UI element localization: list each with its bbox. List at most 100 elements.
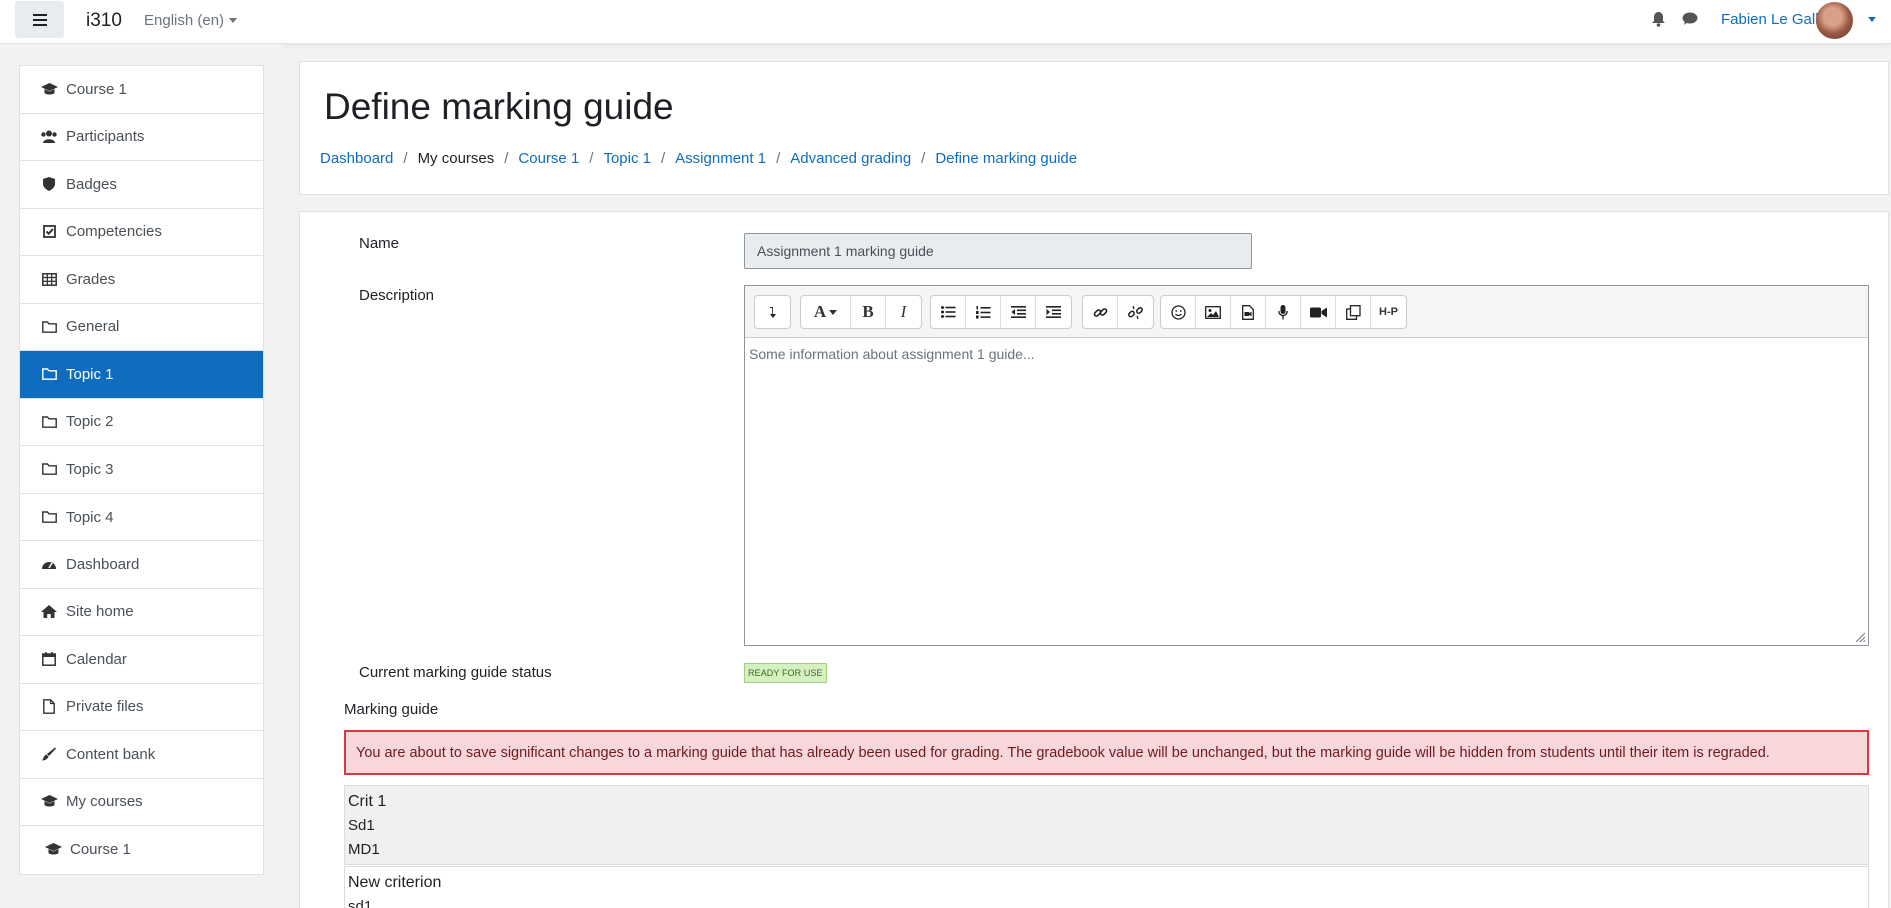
criterion-row[interactable]: New criterion sd1 xyxy=(344,866,1869,908)
breadcrumb: Dashboard / My courses / Course 1 / Topi… xyxy=(320,150,1077,167)
emoji-button[interactable] xyxy=(1161,296,1196,328)
breadcrumb-separator: / xyxy=(921,150,926,167)
toolbar-group-lists xyxy=(930,295,1072,329)
italic-icon: I xyxy=(900,302,907,321)
breadcrumb-dashboard[interactable]: Dashboard xyxy=(320,150,393,167)
check-square-icon xyxy=(40,225,58,239)
sidebar-item-label: Site home xyxy=(66,603,134,621)
sidebar-item-label: Participants xyxy=(66,128,145,146)
h5p-button[interactable]: H-P xyxy=(1371,296,1406,328)
font-style-button[interactable]: A xyxy=(801,296,851,328)
unlink-icon xyxy=(1128,305,1143,319)
calendar-icon xyxy=(40,652,58,667)
bold-button[interactable]: B xyxy=(851,296,886,328)
breadcrumb-separator: / xyxy=(776,150,781,167)
sidebar-item-label: Course 1 xyxy=(66,80,127,98)
breadcrumb-define-marking-guide[interactable]: Define marking guide xyxy=(935,150,1077,167)
breadcrumb-my-courses: My courses xyxy=(417,150,495,167)
breadcrumb-course-1[interactable]: Course 1 xyxy=(518,150,579,167)
criterion-marker-description: MD1 xyxy=(348,841,380,858)
resize-grip-icon[interactable] xyxy=(1854,631,1866,643)
criterion-description: Sd1 xyxy=(348,817,375,834)
user-menu-chevron-down-icon[interactable] xyxy=(1868,17,1876,22)
breadcrumb-separator: / xyxy=(504,150,509,167)
graduation-cap-icon xyxy=(40,82,58,96)
ordered-list-button[interactable] xyxy=(966,296,1001,328)
media-button[interactable] xyxy=(1231,296,1266,328)
sidebar-item-topic-2[interactable]: Topic 2 xyxy=(20,399,263,446)
sidebar-item-course-1[interactable]: Course 1 xyxy=(20,66,263,114)
sidebar-item-site-home[interactable]: Site home xyxy=(20,589,263,636)
copy-files-icon xyxy=(1345,304,1361,320)
sidebar-item-badges[interactable]: Badges xyxy=(20,161,263,209)
record-audio-button[interactable] xyxy=(1266,296,1301,328)
name-field[interactable] xyxy=(744,233,1252,269)
graduation-cap-icon xyxy=(40,795,58,808)
sidebar-item-label: Private files xyxy=(66,698,144,716)
breadcrumb-assignment-1[interactable]: Assignment 1 xyxy=(675,150,766,167)
sidebar-item-label: Course 1 xyxy=(70,841,131,859)
table-icon xyxy=(40,272,58,286)
sidebar-item-participants[interactable]: Participants xyxy=(20,114,263,161)
italic-button[interactable]: I xyxy=(886,296,921,328)
show-more-button[interactable] xyxy=(755,296,790,328)
toolbar-group-style: A B I xyxy=(800,295,922,329)
unlink-button[interactable] xyxy=(1118,296,1153,328)
notification-bell-icon[interactable] xyxy=(1651,11,1666,31)
sidebar-item-general[interactable]: General xyxy=(20,304,263,351)
sidebar-item-label: My courses xyxy=(66,793,143,811)
toolbar-group-links xyxy=(1082,295,1154,329)
sidebar-item-competencies[interactable]: Competencies xyxy=(20,209,263,256)
link-button[interactable] xyxy=(1083,296,1118,328)
page-header: Define marking guide Dashboard / My cour… xyxy=(299,61,1889,195)
breadcrumb-separator: / xyxy=(589,150,594,167)
video-camera-icon xyxy=(1309,307,1327,317)
sidebar-item-content-bank[interactable]: Content bank xyxy=(20,731,263,779)
sidebar-item-my-course-1[interactable]: Course 1 xyxy=(20,826,263,874)
criterion-row[interactable]: Crit 1 Sd1 MD1 xyxy=(344,785,1869,865)
sidebar-item-label: Competencies xyxy=(66,223,162,241)
font-icon: A xyxy=(813,302,827,321)
manage-files-button[interactable] xyxy=(1336,296,1371,328)
sidebar-item-topic-4[interactable]: Topic 4 xyxy=(20,494,263,542)
avatar[interactable] xyxy=(1816,2,1853,39)
graduation-cap-icon xyxy=(44,843,62,856)
description-textarea[interactable]: Some information about assignment 1 guid… xyxy=(745,338,1868,370)
user-name[interactable]: Fabien Le Gall xyxy=(1721,11,1819,28)
sidebar-item-label: Calendar xyxy=(66,650,127,668)
shield-icon xyxy=(40,177,58,192)
drawer-toggle-button[interactable] xyxy=(15,1,64,38)
image-button[interactable] xyxy=(1196,296,1231,328)
sidebar-item-label: Badges xyxy=(66,175,117,193)
breadcrumb-separator: / xyxy=(661,150,666,167)
sidebar-item-my-courses[interactable]: My courses xyxy=(20,779,263,826)
indent-button[interactable] xyxy=(1036,296,1071,328)
description-editor: A B I H-P Some information about assignm… xyxy=(744,285,1869,646)
regrade-warning-alert: You are about to save significant change… xyxy=(344,730,1869,775)
folder-icon xyxy=(40,416,58,428)
name-label: Name xyxy=(359,235,400,252)
messages-icon[interactable] xyxy=(1682,12,1698,30)
sidebar-item-private-files[interactable]: Private files xyxy=(20,684,263,731)
outdent-button[interactable] xyxy=(1001,296,1036,328)
unordered-list-button[interactable] xyxy=(931,296,966,328)
bold-icon: B xyxy=(862,302,874,321)
ordered-list-icon xyxy=(975,305,990,318)
breadcrumb-advanced-grading[interactable]: Advanced grading xyxy=(790,150,911,167)
sidebar-item-topic-3[interactable]: Topic 3 xyxy=(20,446,263,494)
criterion-name: Crit 1 xyxy=(348,793,387,810)
description-label: Description xyxy=(359,287,435,304)
sidebar-item-calendar[interactable]: Calendar xyxy=(20,636,263,684)
page-title: Define marking guide xyxy=(324,86,674,127)
record-video-button[interactable] xyxy=(1301,296,1336,328)
sidebar-item-dashboard[interactable]: Dashboard xyxy=(20,541,263,589)
language-menu[interactable]: English (en) xyxy=(144,12,238,29)
sidebar-item-grades[interactable]: Grades xyxy=(20,256,263,304)
site-nav-group: Dashboard Site home Calendar Private fil… xyxy=(19,540,264,875)
sidebar-item-topic-1[interactable]: Topic 1 xyxy=(20,351,263,399)
indent-icon xyxy=(1046,306,1061,318)
nav-drawer: Course 1 Participants Badges Competencie… xyxy=(0,44,283,908)
sidebar-item-label: Grades xyxy=(66,270,116,288)
breadcrumb-topic-1[interactable]: Topic 1 xyxy=(603,150,651,167)
site-name-link[interactable]: i310 xyxy=(86,10,122,32)
